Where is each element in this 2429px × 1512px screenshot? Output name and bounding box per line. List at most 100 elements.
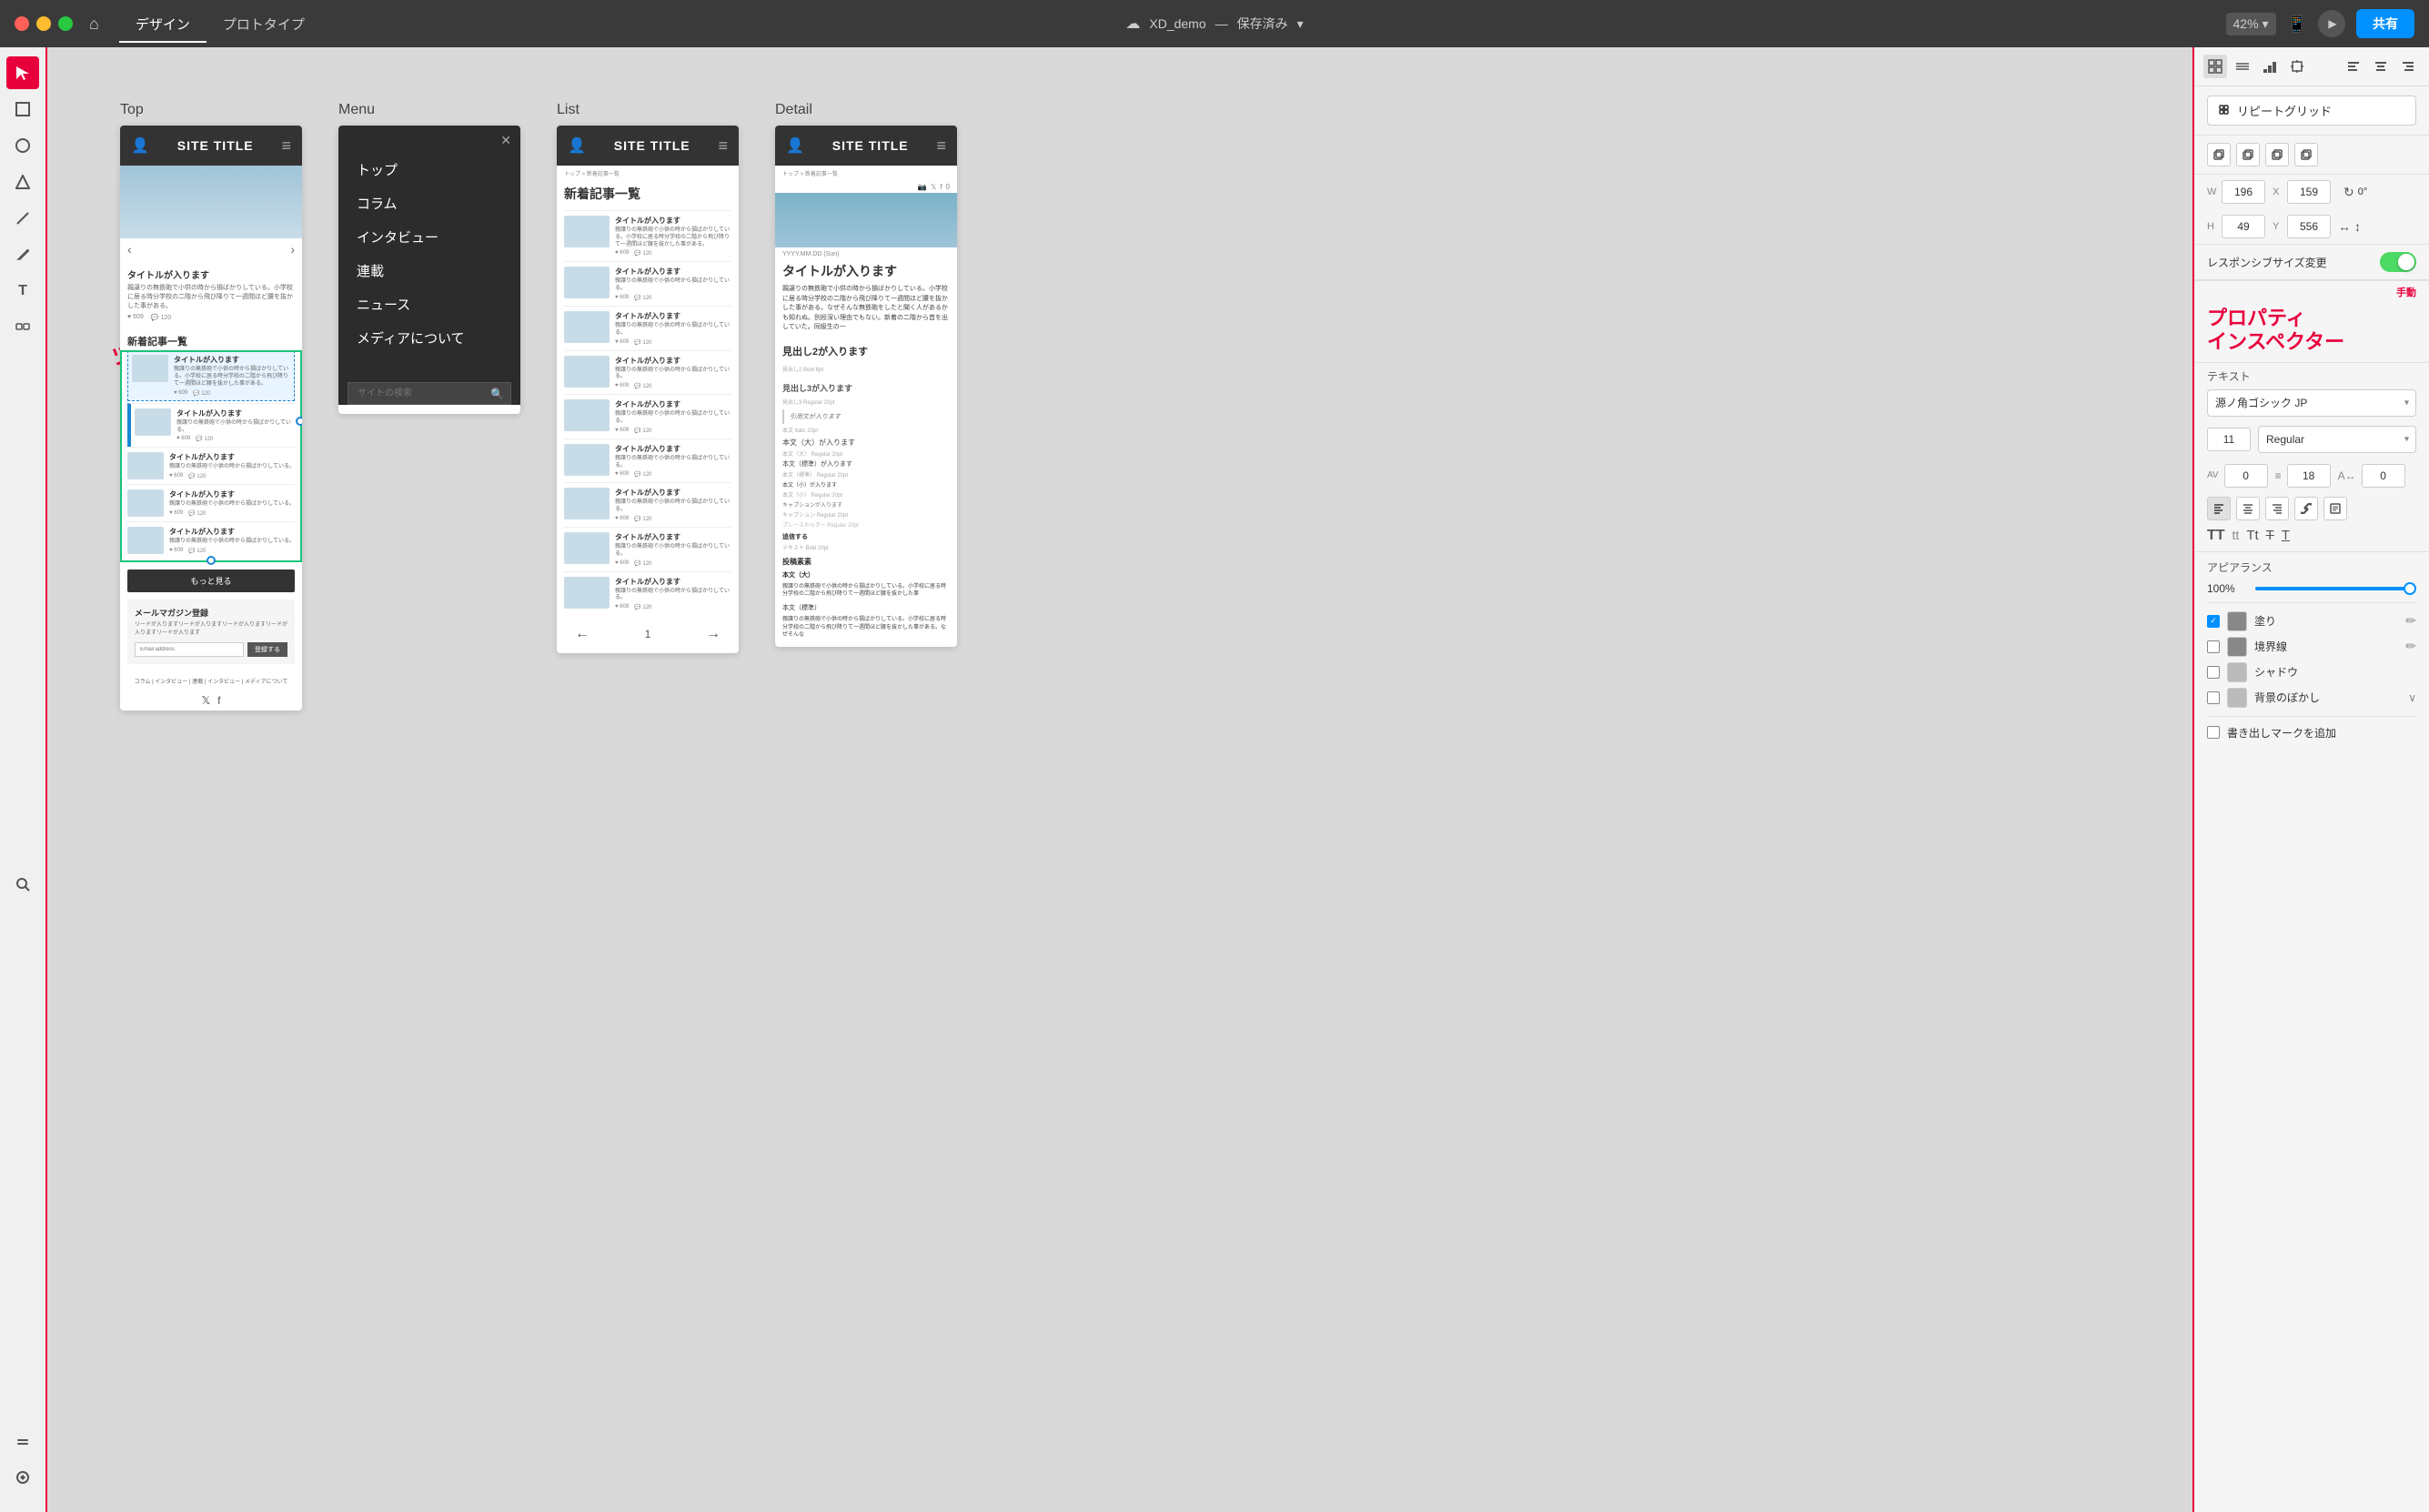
fullscreen-button[interactable] [58, 16, 73, 31]
list-item-7[interactable]: タイトルが入ります 親譲りの無鉄砲で小供の時から損ばかりしている。 ♥ 609💬… [564, 482, 731, 527]
article-item-4[interactable]: タイトルが入ります 親譲りの無鉄砲で小供の時から損ばかりしている。 ♥ 609💬… [127, 484, 295, 521]
align-right-btn[interactable] [2265, 497, 2289, 520]
home-icon[interactable]: ⌂ [89, 15, 99, 34]
menu-item-about[interactable]: メディアについて [357, 321, 502, 355]
panel-tool-align-center[interactable] [2369, 55, 2393, 78]
triangle-tool[interactable] [6, 166, 39, 198]
list-item-3[interactable]: タイトルが入ります 親譲りの無鉄砲で小供の時から損ばかりしている。 ♥ 609💬… [564, 306, 731, 350]
height-input[interactable] [2222, 215, 2265, 238]
rotate-icon[interactable]: ↻ [2343, 185, 2354, 200]
align-center-btn[interactable] [2236, 497, 2260, 520]
border-eyedropper-icon[interactable]: ✏ [2405, 639, 2416, 654]
twitter-icon-detail[interactable]: 𝕏 [931, 183, 936, 191]
fill-checkbox[interactable] [2207, 615, 2220, 628]
menu-item-interview[interactable]: インタビュー [357, 220, 502, 254]
border-color-swatch[interactable] [2227, 637, 2247, 657]
bg-blur-checkbox[interactable] [2207, 691, 2220, 704]
menu-search-input[interactable] [348, 382, 511, 405]
zoom-control[interactable]: 42% ▾ [2226, 13, 2276, 35]
article-item-2[interactable]: タイトルが入ります 親譲りの無鉄砲で小供の時から損ばかりしている。 ♥ 609💬… [127, 403, 295, 448]
select-tool[interactable] [6, 56, 39, 89]
minimize-button[interactable] [36, 16, 51, 31]
dropdown-icon[interactable]: ▾ [1297, 16, 1304, 32]
article-item-5[interactable]: タイトルが入ります 親譲りの無鉄砲で小供の時から損ばかりしている。 ♥ 609💬… [127, 521, 295, 559]
article-item-3[interactable]: タイトルが入ります 親譲りの無鉄砲で小供の時から損ばかりしている。 ♥ 609💬… [127, 447, 295, 484]
tt-title[interactable]: Tt [2246, 528, 2258, 544]
menu-item-top[interactable]: トップ [357, 153, 502, 186]
panel-tool-align-left[interactable] [2342, 55, 2365, 78]
next-arrow[interactable]: › [290, 242, 295, 257]
list-item-5[interactable]: タイトルが入ります 親譲りの無鉄砲で小供の時から損ばかりしている。 ♥ 609💬… [564, 394, 731, 438]
y-input[interactable] [2287, 215, 2331, 238]
panel-tool-grid[interactable] [2231, 55, 2254, 78]
twitter-icon[interactable]: 𝕏 [201, 694, 210, 707]
menu-close-icon[interactable]: ✕ [500, 133, 511, 148]
width-input[interactable] [2222, 180, 2265, 204]
list-item-9[interactable]: タイトルが入ります 親譲りの無鉄砲で小供の時から損ばかりしている。 ♥ 609💬… [564, 571, 731, 616]
share-button[interactable]: 共有 [2356, 9, 2414, 38]
menu-item-series[interactable]: 連載 [357, 254, 502, 287]
pagination-next[interactable]: → [706, 626, 721, 642]
rectangle-tool[interactable] [6, 93, 39, 126]
align-left-btn[interactable] [2207, 497, 2231, 520]
kern-input[interactable] [2224, 464, 2268, 488]
pen-tool[interactable] [6, 238, 39, 271]
letter-spacing-input[interactable] [2362, 464, 2405, 488]
more-button[interactable]: もっと見る [127, 570, 295, 592]
close-button[interactable] [15, 16, 29, 31]
bg-blur-swatch[interactable] [2227, 688, 2247, 708]
fill-color-swatch[interactable] [2227, 611, 2247, 631]
text-overflow-btn[interactable] [2323, 497, 2347, 520]
component-tool[interactable] [6, 311, 39, 344]
copy-css-btn[interactable] [2207, 143, 2231, 166]
layers-panel-icon[interactable] [6, 1425, 39, 1457]
list-item-4[interactable]: タイトルが入ります 親譲りの無鉄砲で小供の時から損ばかりしている。 ♥ 609💬… [564, 350, 731, 395]
prev-arrow[interactable]: ‹ [127, 242, 132, 257]
facebook-icon[interactable]: f [217, 694, 220, 707]
search-tool[interactable] [6, 868, 39, 901]
shadow-checkbox[interactable] [2207, 666, 2220, 679]
shadow-color-swatch[interactable] [2227, 662, 2247, 682]
menu-item-news[interactable]: ニュース [357, 287, 502, 321]
tt-strikethrough[interactable]: T [2266, 528, 2274, 544]
tt-bold[interactable]: TT [2207, 528, 2225, 544]
panel-tool-align-right[interactable] [2396, 55, 2420, 78]
font-family-select[interactable]: 源ノ角ゴシック JP [2207, 389, 2416, 417]
copy-android-btn[interactable] [2265, 143, 2289, 166]
copy-ios-btn[interactable] [2236, 143, 2260, 166]
tab-design[interactable]: デザイン [119, 7, 207, 41]
bg-blur-expand-icon[interactable]: ∨ [2408, 691, 2416, 704]
repeat-grid-button[interactable]: リピートグリッド [2207, 96, 2416, 126]
article-item-1[interactable]: タイトルが入ります 親譲りの無鉄砲で小供の時から損ばかりしている。小学校に居る時… [127, 350, 295, 400]
opacity-slider[interactable] [2255, 587, 2416, 590]
add-mark-checkbox[interactable] [2207, 726, 2220, 739]
menu-item-column[interactable]: コラム [357, 186, 502, 220]
border-checkbox[interactable] [2207, 640, 2220, 653]
add-export-mark-row[interactable]: 書き出しマークを追加 [2207, 722, 2416, 743]
text-tool[interactable]: T [6, 275, 39, 307]
fill-eyedropper-icon[interactable]: ✏ [2405, 613, 2416, 629]
line-height-input[interactable] [2287, 464, 2331, 488]
mobile-icon[interactable]: 📱 [2287, 15, 2307, 34]
tab-prototype[interactable]: プロトタイプ [207, 7, 321, 41]
assets-panel-icon[interactable] [6, 1461, 39, 1494]
list-artboard[interactable]: 👤 SITE TITLE ≡ トップ > 新着記事一覧 新着記事一覧 タイトルが… [557, 126, 739, 653]
text-link-btn[interactable] [2294, 497, 2318, 520]
x-input[interactable] [2287, 180, 2331, 204]
font-size-input[interactable] [2207, 428, 2251, 451]
list-item-1[interactable]: タイトルが入ります 親譲りの無鉄砲で小供の時から損ばかりしている。小学校に居る時… [564, 210, 731, 261]
top-artboard[interactable]: 👤 SITE TITLE ≡ ‹ › タイトルが入ります 親譲りの無鉄砲で小供 [120, 126, 302, 711]
responsive-toggle[interactable] [2380, 252, 2416, 272]
tt-underline[interactable]: T [2282, 528, 2290, 544]
flip-h-icon[interactable]: ↔ [2338, 219, 2351, 234]
facebook-icon-detail[interactable]: f [940, 183, 942, 191]
panel-tool-padding[interactable] [2285, 55, 2309, 78]
panel-tool-layout[interactable] [2203, 55, 2227, 78]
newsletter-input[interactable] [135, 642, 244, 657]
list-item-6[interactable]: タイトルが入ります 親譲りの無鉄砲で小供の時から損ばかりしている。 ♥ 609💬… [564, 438, 731, 483]
newsletter-submit-button[interactable]: 登録する [247, 642, 287, 657]
line-tool[interactable] [6, 202, 39, 235]
list-item-8[interactable]: タイトルが入ります 親譲りの無鉄砲で小供の時から損ばかりしている。 ♥ 609💬… [564, 527, 731, 571]
instagram-icon[interactable]: 📷 [918, 183, 927, 191]
play-button[interactable] [2318, 10, 2345, 37]
